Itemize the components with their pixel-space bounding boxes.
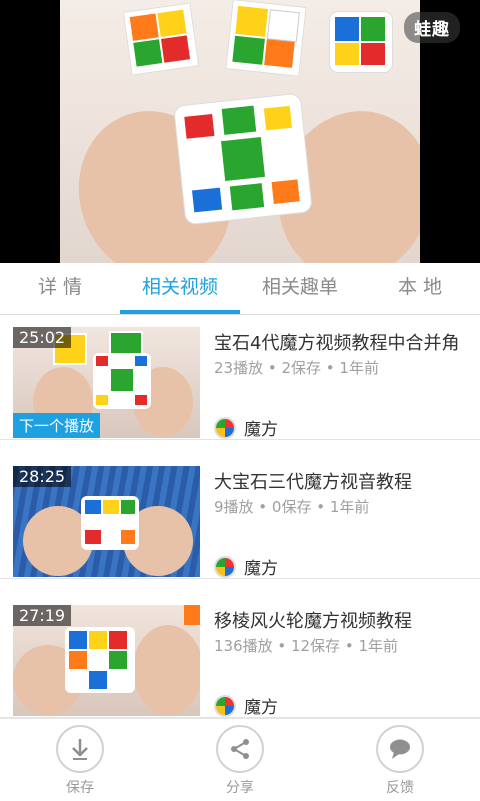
- video-player[interactable]: 蛙趣: [0, 0, 480, 263]
- related-video-list[interactable]: 25:02 下一个播放 宝石4代魔方视频教程中合并角 23播放 • 2保存 • …: [0, 315, 480, 718]
- cube-icon: [214, 555, 236, 578]
- category-name: 魔方: [244, 559, 278, 579]
- cube-icon: [214, 416, 236, 439]
- category-label[interactable]: 魔方: [214, 554, 278, 579]
- cube-icon: [214, 694, 236, 717]
- tab-bar: 详 情 相关视频 相关趣单 本 地: [0, 263, 480, 315]
- main-cube: [174, 93, 312, 225]
- share-icon: [216, 725, 264, 773]
- share-button[interactable]: 分享: [200, 725, 280, 797]
- tab-details[interactable]: 详 情: [0, 263, 120, 314]
- cube-middle: [226, 0, 306, 76]
- video-frame[interactable]: [60, 0, 420, 263]
- next-play-badge: 下一个播放: [13, 413, 101, 438]
- download-icon: [56, 725, 104, 773]
- duration-badge: 27:19: [13, 605, 72, 626]
- video-title[interactable]: 宝石4代魔方视频教程中合并角: [214, 329, 476, 355]
- watermark-logo: 蛙趣: [404, 12, 460, 43]
- duration-badge: 25:02: [13, 327, 72, 348]
- share-label: 分享: [226, 780, 254, 796]
- tab-related-lists[interactable]: 相关趣单: [240, 263, 360, 314]
- bottom-action-bar: 保存 分享 反馈: [0, 718, 480, 801]
- category-label[interactable]: 魔方: [214, 415, 278, 440]
- category-name: 魔方: [244, 420, 278, 440]
- category-name: 魔方: [244, 698, 278, 718]
- list-item[interactable]: 28:25 大宝石三代魔方视音教程 9播放 • 0保存 • 1年前 魔方: [0, 454, 480, 579]
- video-meta: 136播放 • 12保存 • 1年前: [214, 637, 399, 655]
- video-thumbnail[interactable]: 27:19: [13, 605, 200, 716]
- video-thumbnail[interactable]: 25:02 下一个播放: [13, 327, 200, 438]
- category-label[interactable]: 魔方: [214, 693, 278, 718]
- duration-badge: 28:25: [13, 466, 72, 487]
- feedback-label: 反馈: [386, 780, 414, 796]
- feedback-button[interactable]: 反馈: [360, 725, 440, 797]
- chat-bubble-icon: [376, 725, 424, 773]
- save-label: 保存: [66, 780, 94, 796]
- cube-right: [330, 12, 392, 72]
- save-button[interactable]: 保存: [40, 725, 120, 797]
- cube-left: [124, 3, 198, 75]
- video-meta: 23播放 • 2保存 • 1年前: [214, 359, 379, 377]
- tab-local[interactable]: 本 地: [360, 263, 480, 314]
- list-item[interactable]: 27:19 移棱风火轮魔方视频教程 136播放 • 12保存 • 1年前 魔方: [0, 593, 480, 718]
- video-title[interactable]: 大宝石三代魔方视音教程: [214, 468, 476, 494]
- video-thumbnail[interactable]: 28:25: [13, 466, 200, 577]
- tab-related-videos[interactable]: 相关视频: [120, 263, 240, 314]
- video-title[interactable]: 移棱风火轮魔方视频教程: [214, 607, 476, 633]
- video-meta: 9播放 • 0保存 • 1年前: [214, 498, 370, 516]
- list-item[interactable]: 25:02 下一个播放 宝石4代魔方视频教程中合并角 23播放 • 2保存 • …: [0, 315, 480, 440]
